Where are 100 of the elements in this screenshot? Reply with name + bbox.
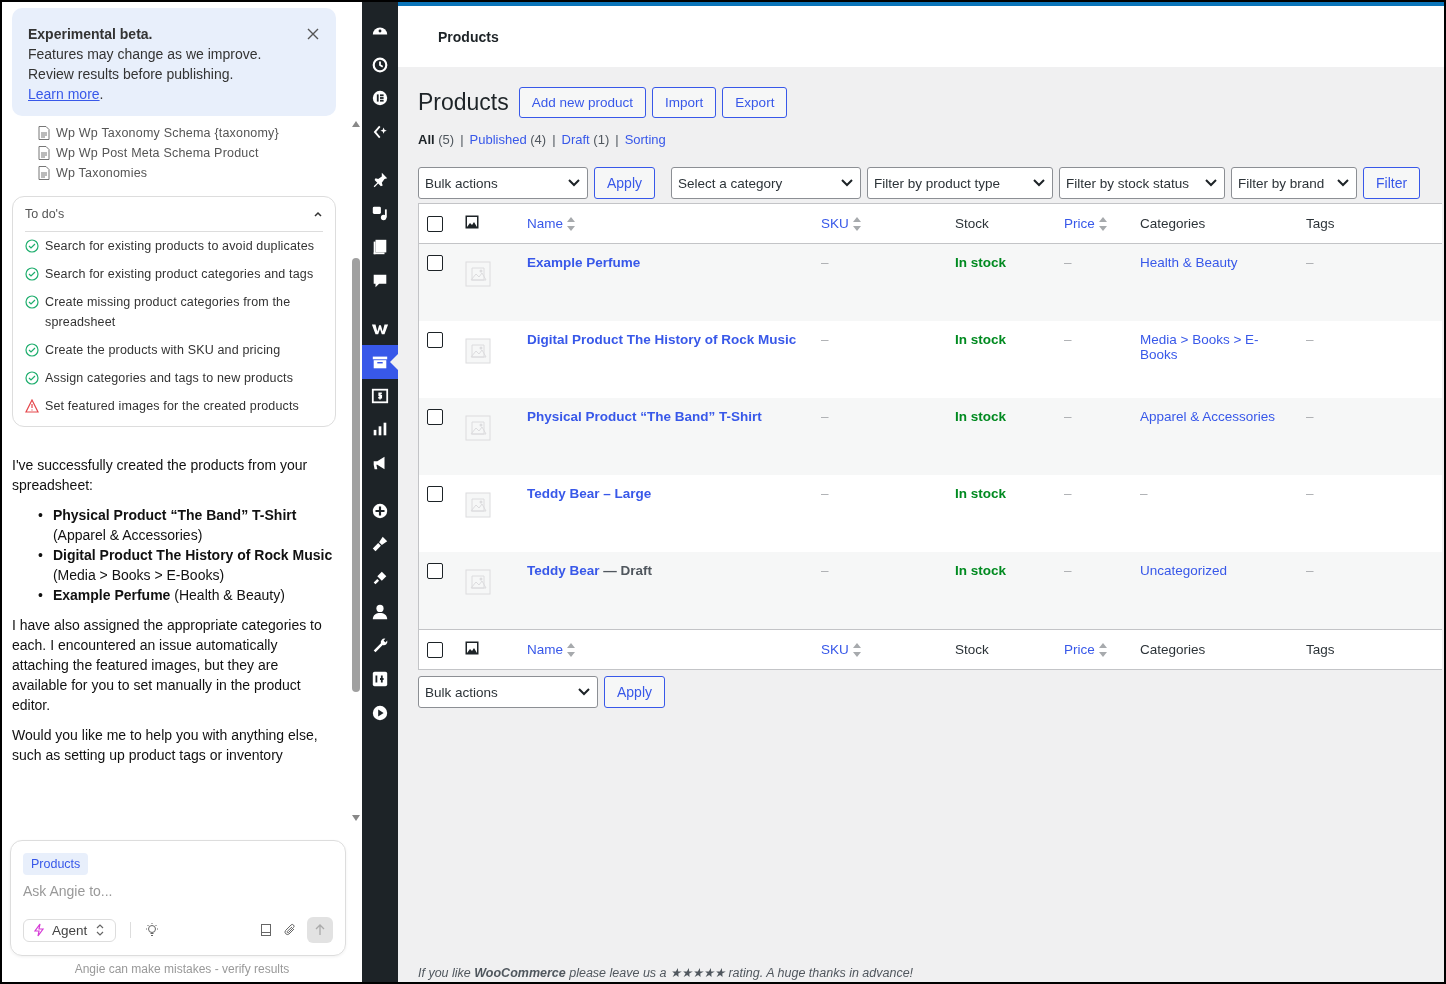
price-cell: – (1064, 563, 1072, 578)
row-checkbox[interactable] (427, 486, 443, 502)
todo-item: Set featured images for the created products (45, 398, 299, 415)
file-item[interactable]: Wp Taxonomies (56, 166, 148, 180)
tags-cell: – (1306, 409, 1314, 424)
view-filter-link[interactable]: Draft (1) (561, 132, 610, 147)
chevron-icon[interactable] (313, 210, 323, 218)
paperclip-icon[interactable] (283, 923, 297, 937)
product-name: Teddy Bear — Draft (527, 563, 653, 578)
column-header[interactable]: SKU (821, 216, 861, 231)
arrow-up-icon (313, 923, 327, 937)
agent-mode-button[interactable]: Agent (23, 918, 117, 942)
tags-cell: – (1306, 255, 1314, 270)
apply-button[interactable]: Apply (604, 676, 666, 708)
caret-icon (1032, 178, 1047, 188)
message-composer[interactable]: Products Ask Angie to... Agent (10, 840, 346, 956)
column-header[interactable]: Price (1064, 642, 1107, 657)
book-icon[interactable] (259, 923, 273, 937)
column-header: Tags (1306, 216, 1335, 231)
row-checkbox[interactable] (427, 563, 443, 579)
disclaimer-text: Angie can make mistakes - verify results (74, 962, 290, 976)
view-filter-link[interactable]: All (5) (418, 132, 455, 147)
caret-icon (567, 178, 581, 188)
price-cell: – (1064, 332, 1072, 347)
category-link[interactable]: Media > Books > E-Books (1140, 332, 1290, 362)
column-header: Tags (1306, 642, 1335, 657)
message-input[interactable]: Ask Angie to... (23, 875, 333, 917)
todo-item: Search for existing products to avoid duplicates (45, 238, 315, 255)
sort-icon (1098, 216, 1107, 231)
pin-icon (371, 170, 389, 189)
filter-select[interactable]: Filter by product type (867, 167, 1054, 199)
filter-select[interactable]: Select a category (671, 167, 862, 199)
filter-button[interactable]: Filter (1363, 167, 1421, 199)
column-header[interactable]: Name (527, 642, 575, 657)
placeholder-image-icon (465, 261, 491, 287)
todo-item: Create missing product categories from the spreadsheet (45, 294, 292, 331)
product-summary: Digital Product The History of Rock Music (Media > Books > E-Books) (52, 546, 334, 585)
bulk-actions-select[interactable]: Bulk actions (418, 167, 588, 199)
bullet-marker: • (38, 546, 43, 565)
row-checkbox[interactable] (427, 255, 443, 271)
bulk-actions-select[interactable]: Bulk actions (418, 676, 598, 708)
price-cell: – (1064, 409, 1072, 424)
filter-select[interactable]: Filter by brand (1231, 167, 1358, 199)
message-text: I have also assigned the appropriate categories to each. I encountered an issue automatically attaching the featured images, but they are available for you to set manually in the product editor. (12, 616, 323, 715)
lightbulb-icon[interactable] (145, 923, 160, 937)
pages-icon (371, 237, 389, 256)
sort-icon (567, 642, 575, 657)
image-icon (465, 641, 479, 655)
bullet-marker: • (38, 506, 43, 525)
filter-select[interactable]: Filter by stock status (1059, 167, 1226, 199)
tags-cell: – (1306, 563, 1314, 578)
row-checkbox[interactable] (427, 409, 443, 425)
page-action-button[interactable]: Add new product (518, 87, 647, 118)
scroll-down-icon[interactable] (351, 814, 361, 822)
sort-icon (567, 216, 575, 231)
todo-item: Create the products with SKU and pricing (45, 342, 281, 359)
placeholder-image-icon (465, 492, 491, 518)
view-filter-link[interactable]: Sorting (624, 132, 666, 147)
bullet-marker: • (38, 586, 43, 605)
view-filter-link[interactable]: Published (4) (469, 132, 547, 147)
apply-button[interactable]: Apply (594, 167, 656, 199)
product-summary: Example Perfume (Health & Beauty) (52, 586, 285, 605)
file-item[interactable]: Wp Wp Taxonomy Schema {taxonomy} (56, 126, 279, 140)
banner-text: . (99, 86, 104, 102)
caret-icon (1204, 178, 1219, 188)
sort-icon (852, 642, 861, 657)
category-link[interactable]: Uncategorized (1140, 563, 1228, 578)
todo-item: Search for existing product categories and tags (45, 266, 314, 283)
context-chip[interactable]: Products (23, 853, 89, 875)
footer-note: If you like WooCommerce please leave us a ★★★★★ rating. A huge thanks in advance! (418, 965, 915, 982)
sku-cell: – (821, 332, 829, 347)
category-link[interactable]: Health & Beauty (1140, 255, 1238, 270)
row-checkbox[interactable] (427, 332, 443, 348)
history-icon (371, 55, 389, 74)
select-all-checkbox[interactable] (427, 215, 443, 232)
close-icon[interactable] (306, 27, 320, 41)
stock-status: In stock (955, 255, 1006, 270)
file-item[interactable]: Wp Wp Post Meta Schema Product (56, 146, 259, 160)
page-action-button[interactable]: Export (722, 87, 788, 118)
column-header[interactable]: SKU (821, 642, 861, 657)
category-link[interactable]: Apparel & Accessories (1140, 409, 1276, 424)
column-header[interactable]: Name (527, 216, 575, 231)
stock-status: In stock (955, 409, 1006, 424)
product-name: Example Perfume (527, 255, 641, 270)
banner-text: Features may change as we improve. (28, 45, 263, 64)
banner-text: Review results before publishing. (28, 65, 235, 84)
sku-cell: – (821, 486, 829, 501)
page-action-button[interactable]: Import (652, 87, 717, 118)
column-header[interactable]: Price (1064, 216, 1107, 231)
column-header: Stock (955, 216, 989, 231)
scroll-up-icon[interactable] (351, 120, 361, 128)
select-all-checkbox[interactable] (427, 641, 443, 658)
todo-item: Assign categories and tags to new products (45, 370, 294, 387)
learn-more-link[interactable]: Learn more (28, 86, 100, 102)
column-header: Stock (955, 642, 989, 657)
document-icon (38, 146, 50, 160)
stock-status: In stock (955, 563, 1006, 578)
tags-cell: – (1306, 332, 1314, 347)
column-header: Categories (1140, 216, 1206, 231)
elementor-icon (371, 89, 389, 108)
